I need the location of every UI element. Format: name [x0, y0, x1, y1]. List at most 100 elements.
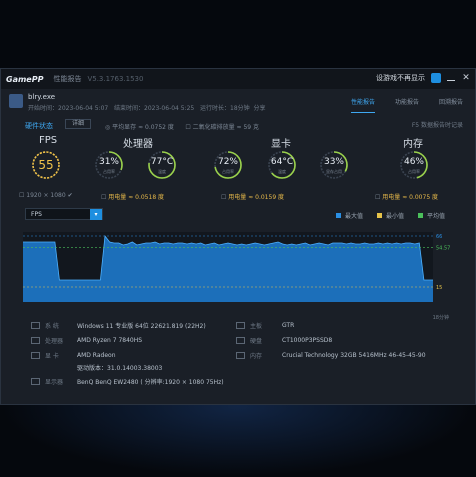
cpu-temp-label: 温度 — [158, 169, 166, 174]
memory-usage-value: 46% — [403, 157, 424, 167]
avg-label: 54.57 — [436, 245, 450, 251]
settings-icon[interactable] — [431, 73, 441, 83]
avg-power: 平均显存 ≈ 0.0752 度 — [112, 124, 174, 131]
tab-function[interactable]: 功能报告 — [395, 97, 419, 113]
gamepp-logo: GamePP — [6, 74, 44, 84]
summary-row: ◎ 平均显存 ≈ 0.0752 度 ☐ 二氧化碳排放量 ≈ 59 克 — [105, 124, 260, 131]
gpu-icon — [31, 352, 40, 359]
driver-row: 驱动版本：31.0.14003.38003 — [77, 363, 162, 372]
version-label: V5.3.1763.1530 — [87, 75, 144, 83]
cpu-power-value: 用电量 ≈ 0.0518 度 — [108, 194, 165, 201]
cpu-icon — [31, 337, 40, 344]
monitor-row: 显示器 BenQ BenQ EW2480 ( 分辨率:1920 × 1080 7… — [31, 377, 224, 386]
disk-value: CT1000P3PSSD8 — [282, 337, 333, 344]
tab-performance[interactable]: 性能报告 — [350, 97, 375, 113]
fps-plot: 66 54.57 15 — [23, 232, 450, 302]
disk-icon — [236, 337, 245, 344]
close-icon[interactable]: ✕ — [461, 73, 471, 83]
disk-row: 硬盘 CT1000P3PSSD8 — [236, 336, 332, 345]
minimize-icon[interactable] — [447, 75, 455, 81]
chevron-down-icon[interactable]: ▾ — [90, 209, 102, 220]
app-icon — [9, 94, 23, 108]
fps-resolution: ☐ 1920 × 1080 ✔ — [19, 192, 73, 199]
os-row: 系 统 Windows 11 专业版 64位 22621.819 (22H2) — [31, 321, 206, 330]
check-icon: ✔ — [67, 192, 73, 199]
board-row: 主板 GTR — [236, 321, 294, 330]
time-axis-label: 18分钟 — [432, 315, 449, 321]
details-button[interactable]: 详细 — [65, 119, 91, 129]
session-meta: 开始时间：2023-06-04 5:07 结束时间：2023-06-04 5:2… — [28, 103, 265, 112]
board-key: 主板 — [250, 323, 263, 330]
gpu-usage-label: 占用率 — [222, 169, 234, 174]
share-link[interactable]: 分享 — [253, 105, 265, 112]
gpu-temp-label: 温度 — [278, 169, 286, 174]
gpu-key: 显 卡 — [45, 353, 59, 360]
os-icon — [31, 322, 40, 329]
ram-value: Crucial Technology 32GB 5416MHz 46-45-45… — [282, 352, 426, 359]
gpu-title: 显卡 — [271, 139, 291, 150]
min-label: 15 — [436, 285, 442, 291]
system-info: 系 统 Windows 11 专业版 64位 22621.819 (22H2) … — [31, 321, 451, 393]
legend-avg: 平均值 — [417, 211, 445, 220]
max-label: 66 — [436, 234, 442, 240]
menu-performance-report[interactable]: 性能报告 — [53, 74, 81, 84]
gpu-usage-value: 72% — [217, 157, 238, 167]
ram-row: 内存 Crucial Technology 32GB 5416MHz 46-45… — [236, 351, 426, 360]
ram-key: 内存 — [250, 353, 263, 360]
cpu-power: ☐ 用电量 ≈ 0.0518 度 — [101, 194, 165, 201]
noshow-toggle[interactable]: 设游戏不再显示 — [376, 73, 425, 83]
gpu-value: AMD Radeon — [77, 352, 116, 359]
cpu-value: AMD Ryzen 7 7840HS — [77, 337, 143, 344]
cpu-title: 处理器 — [123, 139, 153, 150]
report-tabs: 性能报告 功能报告 回溯报告 — [350, 97, 463, 113]
os-value: Windows 11 专业版 64位 22621.819 (22H2) — [77, 323, 206, 330]
tab-replay[interactable]: 回溯报告 — [439, 97, 463, 113]
memory-power-value: 用电量 ≈ 0.0075 度 — [382, 194, 439, 201]
cpu-row: 处理器 AMD Ryzen 7 7840HS — [31, 336, 142, 345]
gpu-memory-value: 33% — [323, 157, 344, 167]
export-link[interactable]: F5 数据报告时记录 — [412, 120, 463, 129]
monitor-icon — [31, 378, 40, 385]
title-bar: GamePP 性能报告 V5.3.1763.1530 设游戏不再显示 ✕ — [1, 69, 475, 89]
duration: 运行时长：18分钟 — [200, 105, 250, 112]
monitor-key: 显示器 — [45, 379, 64, 386]
driver-value: 驱动版本：31.0.14003.38003 — [77, 365, 163, 372]
metric-select-value: FPS — [31, 211, 42, 218]
gpu-temp-gauge: 64°C 温度 — [267, 150, 297, 180]
cpu-temp-value: 77°C — [150, 157, 174, 167]
report-header: blry.exe 开始时间：2023-06-04 5:07 结束时间：2023-… — [1, 89, 475, 133]
app-name: blry.exe — [28, 93, 56, 101]
fps-title: FPS — [39, 135, 58, 146]
ram-icon — [236, 352, 245, 359]
memory-power: ☐ 用电量 ≈ 0.0075 度 — [375, 194, 439, 201]
memory-title: 内存 — [403, 139, 423, 150]
cpu-usage-gauge: 31% 占用率 — [94, 150, 124, 180]
chart-legend: 最大值 最小值 平均值 — [335, 211, 445, 220]
gpu-temp-value: 64°C — [270, 157, 294, 167]
cpu-usage-value: 31% — [98, 157, 119, 167]
gamepp-window: GamePP 性能报告 V5.3.1763.1530 设游戏不再显示 ✕ blr… — [0, 68, 476, 405]
co2-emission: 二氧化碳排放量 ≈ 59 克 — [192, 124, 260, 131]
start-time: 开始时间：2023-06-04 5:07 — [28, 105, 109, 112]
fps-value: 55 — [38, 158, 54, 172]
hardware-status-label: 硬件状态 — [25, 122, 53, 130]
legend-min: 最小值 — [376, 211, 404, 220]
gpu-memory-label: 显存占用 — [326, 169, 342, 174]
cpu-temp-gauge: 77°C 温度 — [147, 150, 177, 180]
fps-chart-panel: FPS ▾ 最大值 最小值 平均值 66 54.57 15 18分钟 — [19, 206, 459, 321]
gpu-row: 显 卡 AMD Radeon — [31, 351, 116, 360]
gpu-usage-gauge: 72% 占用率 — [213, 150, 243, 180]
board-value: GTR — [282, 322, 295, 329]
motherboard-icon — [236, 322, 245, 329]
memory-usage-label: 占用率 — [408, 169, 420, 174]
metric-select[interactable]: FPS ▾ — [25, 208, 103, 220]
gpu-memory-gauge: 33% 显存占用 — [319, 150, 349, 180]
fps-gauge: 55 — [31, 150, 61, 180]
memory-usage-gauge: 46% 占用率 — [399, 150, 429, 180]
monitor-value: BenQ BenQ EW2480 ( 分辨率:1920 × 1080 75Hz) — [77, 379, 224, 386]
gpu-power-value: 用电量 ≈ 0.0159 度 — [228, 194, 285, 201]
os-key: 系 统 — [45, 323, 59, 330]
disk-key: 硬盘 — [250, 338, 263, 345]
legend-max: 最大值 — [335, 211, 363, 220]
cpu-key: 处理器 — [45, 338, 64, 345]
